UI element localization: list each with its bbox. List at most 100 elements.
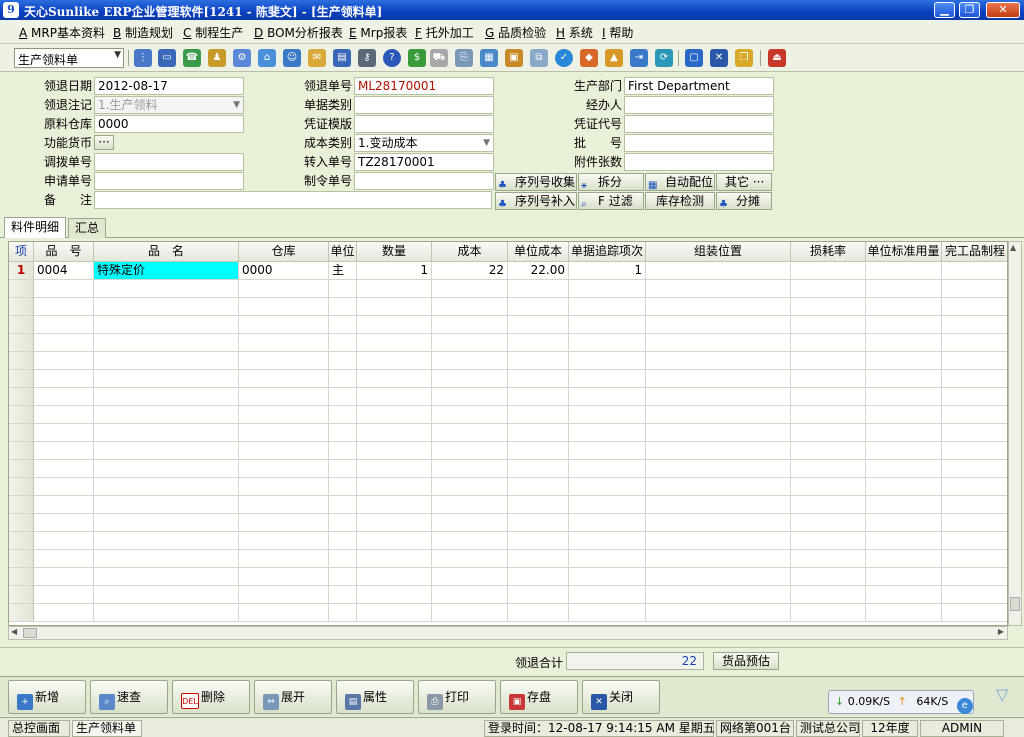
- grid-cell[interactable]: [791, 586, 866, 604]
- grid-cell[interactable]: [239, 568, 329, 586]
- batch-field[interactable]: [624, 134, 774, 152]
- tab-summary[interactable]: 汇总: [68, 218, 107, 238]
- grid-cell[interactable]: [569, 406, 646, 424]
- table-row[interactable]: [9, 550, 1007, 568]
- grid-cell[interactable]: [329, 550, 357, 568]
- grid-cell[interactable]: [508, 496, 569, 514]
- chart-icon[interactable]: ◆: [580, 49, 598, 67]
- grid-cell[interactable]: [94, 478, 239, 496]
- cabinet-icon[interactable]: ▣: [505, 49, 523, 67]
- grid-cell[interactable]: [791, 514, 866, 532]
- grid-cell[interactable]: [866, 568, 942, 586]
- grid-cell[interactable]: [646, 298, 791, 316]
- cell-unit-cost[interactable]: 22.00: [508, 262, 569, 280]
- grid-cell[interactable]: [791, 532, 866, 550]
- menu-help[interactable]: I 帮助: [602, 24, 633, 41]
- book-icon[interactable]: ▤: [333, 49, 351, 67]
- grid-cell[interactable]: [866, 550, 942, 568]
- grid-cell[interactable]: [329, 604, 357, 622]
- grid-cell[interactable]: [866, 316, 942, 334]
- grid-cell[interactable]: [329, 442, 357, 460]
- grid-cell[interactable]: [569, 298, 646, 316]
- grid-cell[interactable]: [239, 586, 329, 604]
- col-header-item-name[interactable]: 品 名: [94, 242, 239, 262]
- grid-cell[interactable]: [508, 568, 569, 586]
- table-row[interactable]: [9, 604, 1007, 622]
- grid-cell[interactable]: [357, 442, 432, 460]
- grid-cell[interactable]: [329, 280, 357, 298]
- grid-cell[interactable]: [432, 316, 508, 334]
- grid-cell[interactable]: [942, 442, 1007, 460]
- item-estimate-button[interactable]: 货品预估: [713, 652, 779, 670]
- serial-collect-button[interactable]: ♣ 序列号收集: [495, 173, 577, 191]
- grid-cell[interactable]: [357, 316, 432, 334]
- grid-cell[interactable]: [239, 406, 329, 424]
- menu-outsourcing[interactable]: F 托外加工: [415, 24, 474, 41]
- grid-cell[interactable]: [34, 586, 94, 604]
- browser-icon[interactable]: e: [956, 698, 973, 714]
- refresh-icon[interactable]: ⟳: [655, 49, 673, 67]
- grid-cell[interactable]: [942, 514, 1007, 532]
- expand-button[interactable]: ⇔ 展开: [254, 680, 332, 714]
- grid-cell[interactable]: [432, 478, 508, 496]
- table-row[interactable]: [9, 478, 1007, 496]
- grid-cell[interactable]: [646, 604, 791, 622]
- grid-cell[interactable]: [239, 280, 329, 298]
- grid-cell[interactable]: [329, 460, 357, 478]
- grid-cell[interactable]: [34, 460, 94, 478]
- table-row[interactable]: [9, 532, 1007, 550]
- grid-cell[interactable]: [94, 316, 239, 334]
- windows-icon[interactable]: ❐: [735, 49, 753, 67]
- grid-cell[interactable]: [432, 460, 508, 478]
- arrow-up-icon[interactable]: ▲: [1010, 243, 1016, 252]
- grid-cell[interactable]: [942, 370, 1007, 388]
- grid-cell[interactable]: [239, 352, 329, 370]
- grid-cell[interactable]: [329, 352, 357, 370]
- grid-cell[interactable]: [432, 532, 508, 550]
- grid-cell[interactable]: [866, 388, 942, 406]
- grid-cell[interactable]: [866, 424, 942, 442]
- ly-flag-select[interactable]: 1.生产领料 ▼: [94, 96, 244, 114]
- grid-cell[interactable]: [569, 388, 646, 406]
- grid-cell[interactable]: [569, 352, 646, 370]
- grid-cell[interactable]: [569, 478, 646, 496]
- grid-cell[interactable]: [508, 550, 569, 568]
- grid-cell[interactable]: [432, 352, 508, 370]
- grid-cell[interactable]: [34, 316, 94, 334]
- grid-cell[interactable]: [239, 460, 329, 478]
- col-header-index[interactable]: 项: [9, 242, 34, 262]
- delete-button[interactable]: DEL 删除: [172, 680, 250, 714]
- grid-cell[interactable]: [646, 334, 791, 352]
- col-header-std-usage[interactable]: 单位标准用量: [866, 242, 942, 262]
- calculator-icon[interactable]: ▦: [480, 49, 498, 67]
- grid-cell[interactable]: [94, 550, 239, 568]
- grid-cell[interactable]: [866, 604, 942, 622]
- print-button[interactable]: ⎙ 打印: [418, 680, 496, 714]
- attach-field[interactable]: [624, 153, 774, 171]
- mail-icon[interactable]: ✉: [308, 49, 326, 67]
- grid-cell[interactable]: [866, 352, 942, 370]
- grid-cell[interactable]: [357, 550, 432, 568]
- cell-item-no[interactable]: 0004: [34, 262, 94, 280]
- grid-cell[interactable]: [357, 352, 432, 370]
- grid-cell[interactable]: [508, 586, 569, 604]
- close-button[interactable]: ✕ 关闭: [582, 680, 660, 714]
- key-icon[interactable]: ⚷: [358, 49, 376, 67]
- grid-cell[interactable]: [239, 532, 329, 550]
- grid-cell[interactable]: [569, 532, 646, 550]
- grid-cell[interactable]: [866, 496, 942, 514]
- grid-cell[interactable]: [942, 550, 1007, 568]
- grid-cell[interactable]: [569, 316, 646, 334]
- vertical-scrollbar[interactable]: ▲: [1008, 241, 1022, 626]
- grid-cell[interactable]: [646, 514, 791, 532]
- table-row[interactable]: [9, 280, 1007, 298]
- grid-cell[interactable]: [94, 406, 239, 424]
- warehouse-field[interactable]: 0000: [94, 115, 244, 133]
- grid-cell[interactable]: [239, 298, 329, 316]
- grid-cell[interactable]: [646, 280, 791, 298]
- col-header-warehouse[interactable]: 仓库: [239, 242, 329, 262]
- grid-cell[interactable]: [508, 388, 569, 406]
- grid-cell[interactable]: [791, 442, 866, 460]
- grid-cell[interactable]: [866, 514, 942, 532]
- grid-cell[interactable]: [942, 280, 1007, 298]
